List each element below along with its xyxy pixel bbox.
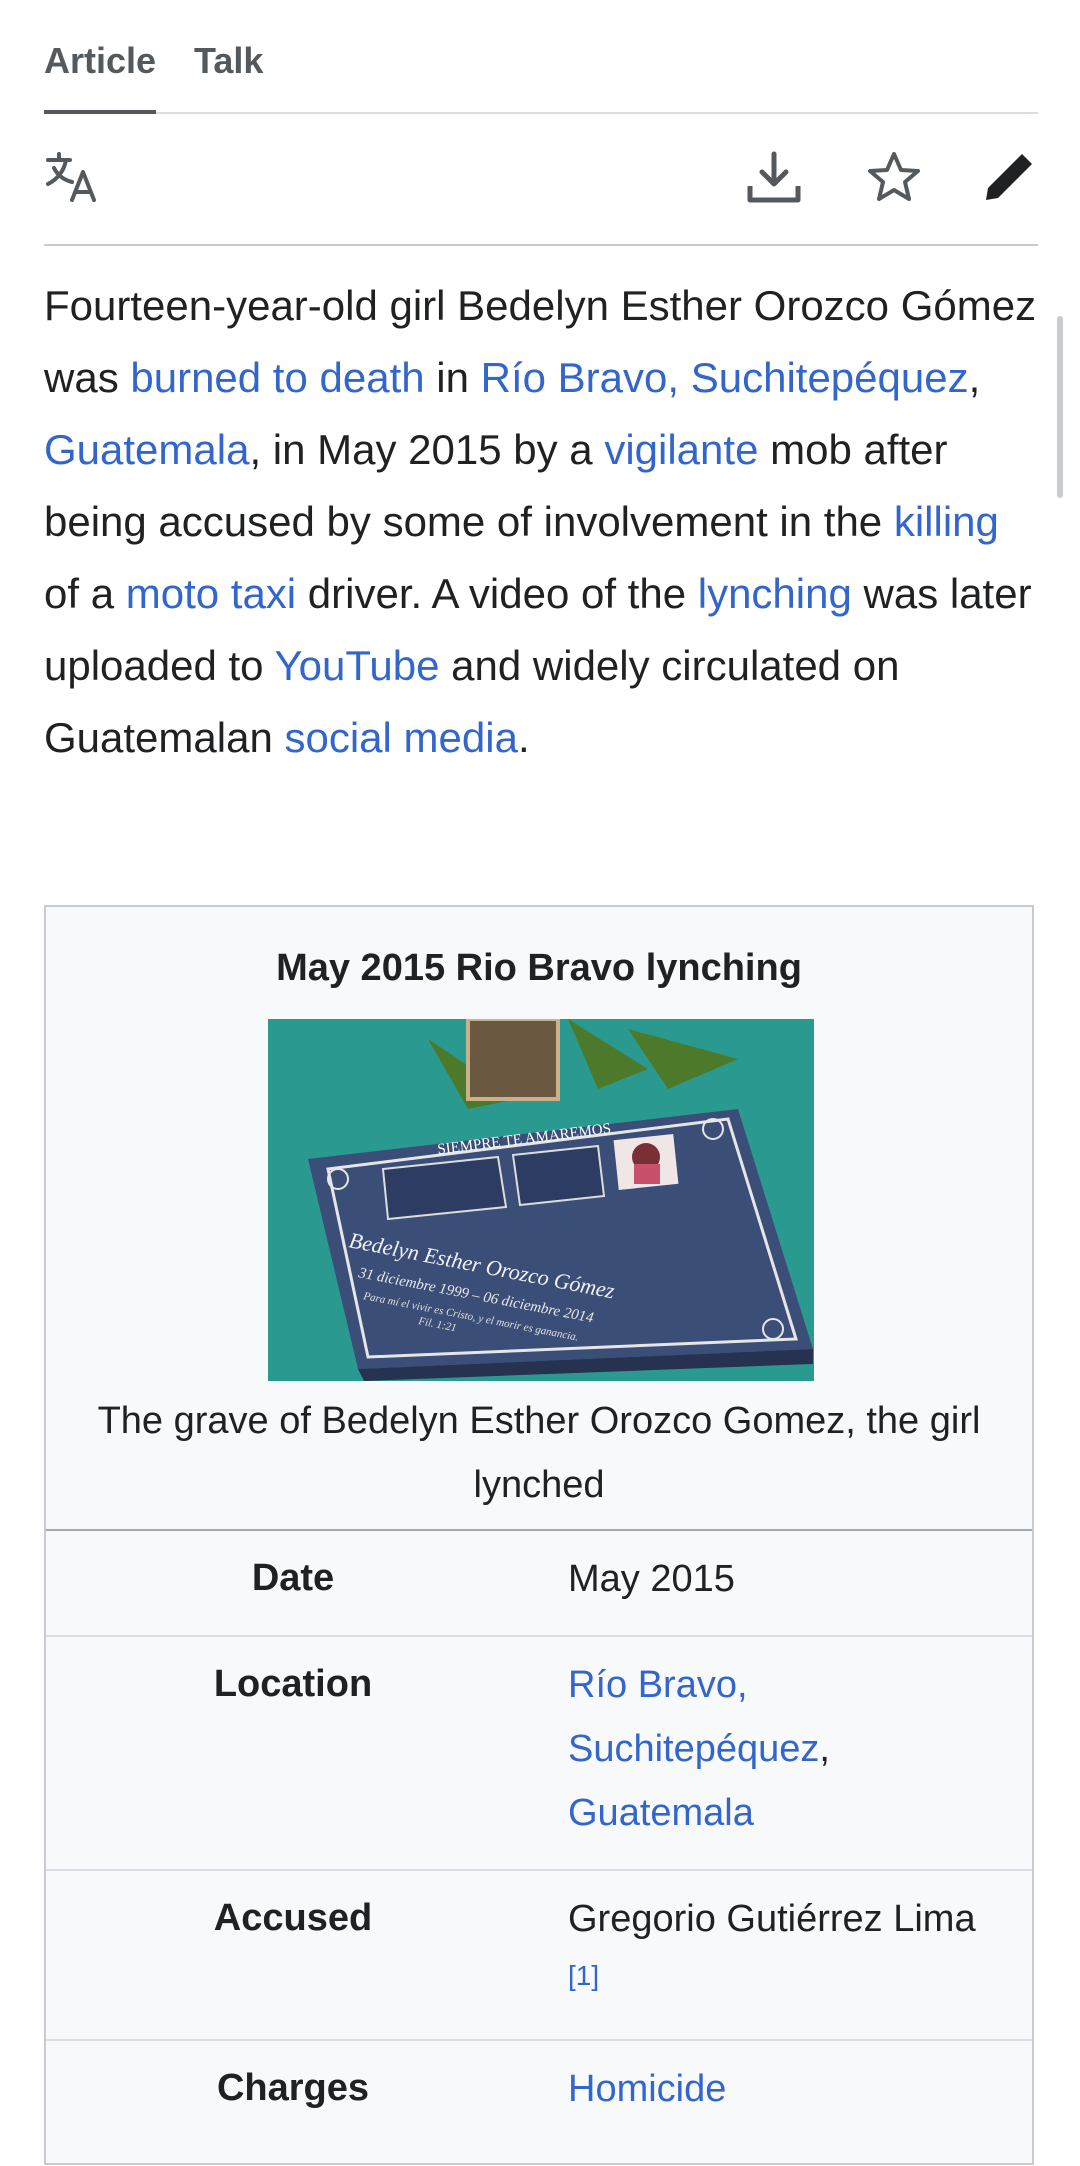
link-lynching[interactable]: lynching xyxy=(698,570,852,617)
tab-bar: Article Talk xyxy=(44,0,1038,114)
tab-talk[interactable]: Talk xyxy=(194,40,263,82)
row-label: Charges xyxy=(216,2067,370,2109)
star-icon[interactable] xyxy=(864,148,924,208)
translate-icon[interactable] xyxy=(44,148,104,208)
row-value: Río Bravo, Suchitepéquez, Guatemala xyxy=(568,1664,830,1834)
infobox-row-date: Date May 2015 xyxy=(46,1531,1032,1637)
link-burned-to-death[interactable]: burned to death xyxy=(130,354,424,401)
link-youtube[interactable]: YouTube xyxy=(274,642,439,689)
infobox-table: Date May 2015 Location Río Bravo, Suchit… xyxy=(46,1529,1032,2145)
infobox-title: May 2015 Rio Bravo lynching xyxy=(276,947,802,989)
link-homicide[interactable]: Homicide xyxy=(568,2068,726,2110)
lead-paragraph: Fourteen-year-old girl Bedelyn Esther Or… xyxy=(44,282,1037,761)
image-caption: The grave of Bedelyn Esther Orozco Gomez… xyxy=(97,1400,981,1506)
page-actions-toolbar xyxy=(44,114,1038,246)
scrollbar[interactable] xyxy=(1057,316,1063,498)
link-vigilante[interactable]: vigilante xyxy=(604,426,758,473)
edit-pencil-icon[interactable] xyxy=(978,148,1038,208)
row-label: Date xyxy=(251,1557,335,1599)
link-guatemala[interactable]: Guatemala xyxy=(568,1792,754,1834)
row-value: May 2015 xyxy=(568,1558,735,1600)
row-label: Accused xyxy=(213,1897,373,1939)
infobox-row-location: Location Río Bravo, Suchitepéquez, Guate… xyxy=(46,1637,1032,1871)
row-label: Location xyxy=(213,1663,373,1705)
download-icon[interactable] xyxy=(744,148,804,208)
link-killing[interactable]: killing xyxy=(894,498,999,545)
link-moto-taxi[interactable]: moto taxi xyxy=(126,570,296,617)
link-rio-bravo[interactable]: Río Bravo, Suchitepéquez xyxy=(481,354,969,401)
link-social-media[interactable]: social media xyxy=(284,714,517,761)
grave-image[interactable]: SIEMPRE TE AMAREMOS Bedelyn Esther Orozc… xyxy=(268,1019,814,1381)
header-area: Article Talk xyxy=(44,0,1038,246)
row-value: Homicide xyxy=(568,2057,1008,2121)
tab-article[interactable]: Article xyxy=(44,40,157,114)
infobox-row-accused: Accused Gregorio Gutiérrez Lima [1] xyxy=(46,1871,1032,2041)
link-rio-bravo-suchitepequez[interactable]: Río Bravo, Suchitepéquez xyxy=(568,1664,819,1770)
link-guatemala[interactable]: Guatemala xyxy=(44,426,249,473)
row-value: Gregorio Gutiérrez Lima [1] xyxy=(568,1887,1008,2001)
infobox: May 2015 Rio Bravo lynching SIEMPRE TE A… xyxy=(44,905,1034,2165)
reference-link[interactable]: [1] xyxy=(568,1951,1008,2001)
infobox-row-charges: Charges Homicide xyxy=(46,2041,1032,2145)
